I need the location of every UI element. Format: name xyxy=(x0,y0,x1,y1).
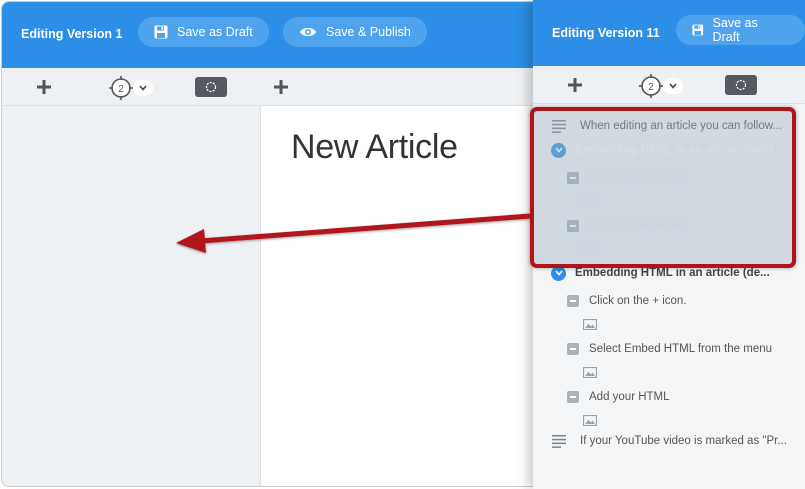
outline-step-item[interactable]: Select Embed HTML from the menu xyxy=(567,338,772,360)
chevron-down-icon xyxy=(139,85,147,91)
right-step-count: 2 xyxy=(648,82,654,93)
right-screenshot-button[interactable] xyxy=(725,75,757,95)
left-step-count: 2 xyxy=(118,84,124,95)
outline-step-item[interactable]: Add your HTML xyxy=(567,386,670,408)
minus-square-icon xyxy=(567,343,579,355)
image-icon xyxy=(583,318,597,330)
left-step-target-button[interactable]: 2 xyxy=(108,75,153,101)
left-save-draft-button[interactable]: Save as Draft xyxy=(138,17,269,47)
right-save-draft-button[interactable]: Save as Draft xyxy=(676,15,805,45)
right-editing-label: Editing Version 11 xyxy=(552,26,660,40)
outline-image-item[interactable] xyxy=(583,313,597,335)
left-outline-pane xyxy=(2,106,261,486)
right-step-target-button[interactable]: 2 xyxy=(638,73,683,99)
left-screenshot-button[interactable] xyxy=(195,77,227,97)
plus-icon[interactable] xyxy=(271,77,291,97)
article-title[interactable]: New Article xyxy=(291,128,458,167)
outline-text-item[interactable]: If your YouTube video is marked as "Pr..… xyxy=(552,430,787,452)
minus-square-icon xyxy=(567,391,579,403)
screenshot-icon xyxy=(735,79,747,91)
save-publish-button[interactable]: Save & Publish xyxy=(283,17,427,47)
left-editing-label: Editing Version 1 xyxy=(21,27,123,41)
screenshot-icon xyxy=(205,81,217,93)
plus-icon[interactable] xyxy=(565,75,585,95)
save-icon xyxy=(154,25,168,39)
outline-step-item[interactable]: Click on the + icon. xyxy=(567,290,686,312)
right-save-draft-label: Save as Draft xyxy=(712,16,758,44)
save-icon xyxy=(692,24,704,36)
left-save-draft-label: Save as Draft xyxy=(177,25,253,39)
save-publish-label: Save & Publish xyxy=(326,25,411,39)
image-icon xyxy=(583,414,597,426)
plus-icon[interactable] xyxy=(34,77,54,97)
chevron-down-icon xyxy=(669,83,677,89)
highlight-box-annotation xyxy=(530,107,796,268)
minus-square-icon xyxy=(567,295,579,307)
right-header: Editing Version 11 Save as Draft xyxy=(533,0,805,66)
right-toolbar: 2 xyxy=(533,66,805,104)
target-icon: 2 xyxy=(109,76,133,100)
eye-icon xyxy=(300,27,316,37)
image-icon xyxy=(583,366,597,378)
target-icon: 2 xyxy=(639,74,663,98)
outline-image-item[interactable] xyxy=(583,409,597,431)
outline-image-item[interactable] xyxy=(583,361,597,383)
text-lines-icon xyxy=(552,434,566,448)
